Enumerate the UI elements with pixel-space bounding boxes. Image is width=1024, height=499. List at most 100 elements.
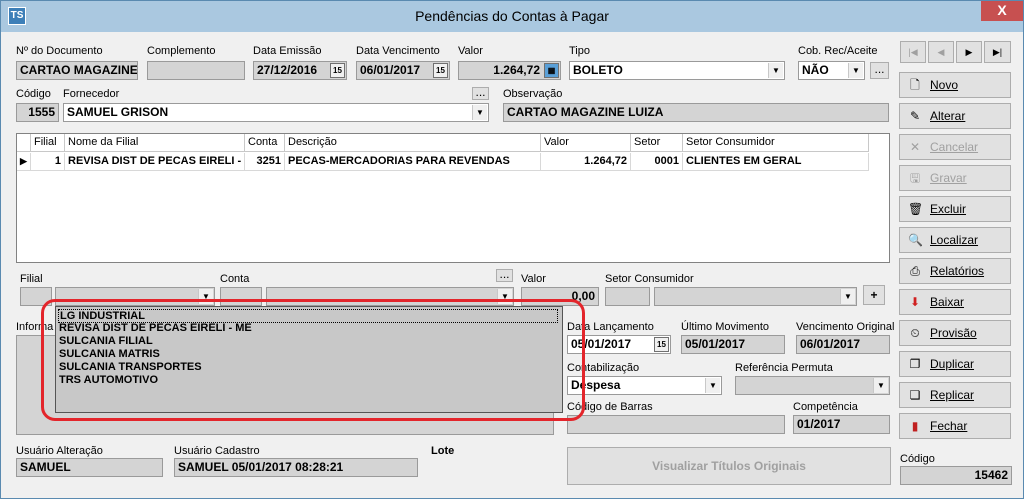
prev-record-button[interactable]: ◀ <box>928 41 954 63</box>
entry-setor-label: Setor Consumidor <box>605 273 694 285</box>
fechar-button[interactable]: ▮ Fechar <box>899 413 1011 439</box>
exit-door-icon: ▮ <box>911 419 919 433</box>
sidebar-item-label: Cancelar <box>930 140 979 154</box>
sidebar-item-label: Novo <box>930 78 959 92</box>
grid-header[interactable]: Conta <box>245 134 285 152</box>
usuario-alt-field[interactable]: SAMUEL <box>16 458 163 477</box>
grid-header[interactable]: Setor Consumidor <box>683 134 869 152</box>
emissao-date-field[interactable]: 27/12/2016 15 <box>253 61 347 80</box>
sidebar-item-label: Localizar <box>930 233 979 247</box>
conta-ellipsis-button[interactable]: ... <box>496 268 513 282</box>
last-record-button[interactable]: ▶| <box>984 41 1011 63</box>
cob-select[interactable]: NÃO ▼ <box>798 61 865 80</box>
calendar-icon[interactable]: 15 <box>330 63 345 78</box>
table-cell[interactable]: 1 <box>31 153 65 171</box>
tipo-value: BOLETO <box>573 63 623 77</box>
calendar-icon[interactable]: 15 <box>433 63 448 78</box>
codigo-field[interactable]: 1555 <box>16 103 59 122</box>
footer-codigo-field[interactable]: 15462 <box>900 466 1012 485</box>
contab-select[interactable]: Despesa ▼ <box>567 376 722 395</box>
cob-ellipsis-button[interactable]: ... <box>870 62 889 79</box>
localizar-button[interactable]: 🔍 Localizar <box>899 227 1011 253</box>
first-record-button[interactable]: |◀ <box>900 41 926 63</box>
add-row-button[interactable]: + <box>863 285 885 305</box>
entry-setor-code[interactable] <box>605 287 650 306</box>
emissao-value: 27/12/2016 <box>257 63 318 77</box>
title-bar: TS Pendências do Contas à Pagar X <box>1 1 1023 32</box>
grid-header[interactable]: Descrição <box>285 134 541 152</box>
relatorios-button[interactable]: ⎙ Relatórios <box>899 258 1011 284</box>
ultimo-movimento-field[interactable]: 05/01/2017 <box>681 335 785 354</box>
venc-original-field[interactable]: 06/01/2017 <box>796 335 890 354</box>
entry-setor-select[interactable]: ▼ <box>654 287 857 306</box>
venc-original-label: Vencimento Original <box>796 321 895 333</box>
novo-button[interactable]: 🗋 Novo <box>899 72 1011 98</box>
trash-icon: 🗑 <box>908 202 924 216</box>
calendar-icon[interactable]: 15 <box>654 337 669 352</box>
table-cell[interactable]: 0001 <box>631 153 683 171</box>
close-button[interactable]: X <box>981 1 1023 21</box>
sidebar-item-label: Gravar <box>930 171 967 185</box>
entry-conta-label: Conta <box>220 273 250 285</box>
alterar-button[interactable]: ✎ Alterar <box>899 103 1011 129</box>
table-cell[interactable]: 3251 <box>245 153 285 171</box>
grid-header[interactable]: Valor <box>541 134 631 152</box>
gravar-button[interactable]: 🖫 Gravar <box>899 165 1011 191</box>
replicar-button[interactable]: ❏ Replicar <box>899 382 1011 408</box>
permuta-label: Referência Permuta <box>735 362 833 374</box>
table-cell[interactable]: 1.264,72 <box>541 153 631 171</box>
grid-header[interactable]: Nome da Filial <box>65 134 245 152</box>
doc-number-field[interactable]: CARTAO MAGAZINE <box>16 61 138 80</box>
cancelar-button[interactable]: ✕ Cancelar <box>899 134 1011 160</box>
ultimo-label: Último Movimento <box>681 321 770 333</box>
valor-field[interactable]: 1.264,72 ▦ <box>458 61 561 80</box>
complemento-field[interactable] <box>147 61 245 80</box>
competencia-field[interactable]: 01/2017 <box>793 415 890 434</box>
fornecedor-ellipsis-button[interactable]: ... <box>472 86 489 100</box>
replicate-icon: ❏ <box>909 388 921 402</box>
emissao-label: Data Emissão <box>253 45 322 57</box>
usuario-cad-field[interactable]: SAMUEL 05/01/2017 08:28:21 <box>174 458 418 477</box>
tipo-label: Tipo <box>569 45 590 57</box>
magnifier-icon: 🔍 <box>908 233 923 247</box>
barras-field[interactable] <box>567 415 785 434</box>
table-cell[interactable]: CLIENTES EM GERAL <box>683 153 869 171</box>
vencimento-label: Data Vencimento <box>356 45 440 57</box>
usuario-cad-label: Usuário Cadastro <box>174 445 260 457</box>
down-arrow-icon: ⬇ <box>909 295 921 309</box>
sidebar-item-label: Alterar <box>930 109 966 123</box>
fornecedor-select[interactable]: SAMUEL GRISON ▼ <box>63 103 489 122</box>
tipo-select[interactable]: BOLETO ▼ <box>569 61 785 80</box>
highlight-annotation <box>41 299 585 421</box>
provisao-button[interactable]: ⏲ Provisão <box>899 320 1011 346</box>
filial-grid[interactable]: Filial Nome da Filial Conta Descrição Va… <box>16 133 890 263</box>
chevron-down-icon[interactable]: ▼ <box>472 105 487 120</box>
observacao-field[interactable]: CARTAO MAGAZINE LUIZA <box>503 103 889 122</box>
chevron-down-icon[interactable]: ▼ <box>705 378 720 393</box>
excluir-button[interactable]: 🗑 Excluir <box>899 196 1011 222</box>
permuta-select[interactable]: ▼ <box>735 376 890 395</box>
cob-value: NÃO <box>802 63 829 77</box>
vencimento-date-field[interactable]: 06/01/2017 15 <box>356 61 450 80</box>
main-window: TS Pendências do Contas à Pagar X Nº do … <box>0 0 1024 499</box>
baixar-button[interactable]: ⬇ Baixar <box>899 289 1011 315</box>
grid-header[interactable]: Setor <box>631 134 683 152</box>
visualizar-titulos-button[interactable]: Visualizar Títulos Originais <box>567 447 891 485</box>
duplicar-button[interactable]: ❐ Duplicar <box>899 351 1011 377</box>
chevron-down-icon[interactable]: ▼ <box>873 378 888 393</box>
grid-header[interactable]: Filial <box>31 134 65 152</box>
vencimento-value: 06/01/2017 <box>360 63 421 77</box>
chevron-down-icon[interactable]: ▼ <box>768 63 783 78</box>
next-record-button[interactable]: ▶ <box>956 41 982 63</box>
calculator-icon[interactable]: ▦ <box>544 63 559 78</box>
observacao-label: Observação <box>503 88 563 100</box>
chevron-down-icon[interactable]: ▼ <box>840 289 855 304</box>
grid-indicator-header <box>17 134 31 152</box>
chevron-down-icon[interactable]: ▼ <box>848 63 863 78</box>
table-cell[interactable]: PECAS-MERCADORIAS PARA REVENDAS <box>285 153 541 171</box>
sidebar-item-label: Replicar <box>930 388 975 402</box>
valor-value: 1.264,72 <box>493 63 540 77</box>
table-cell[interactable]: REVISA DIST DE PECAS EIRELI - M <box>65 153 245 171</box>
cob-label: Cob. Rec/Aceite <box>798 45 878 57</box>
complemento-label: Complemento <box>147 45 216 57</box>
